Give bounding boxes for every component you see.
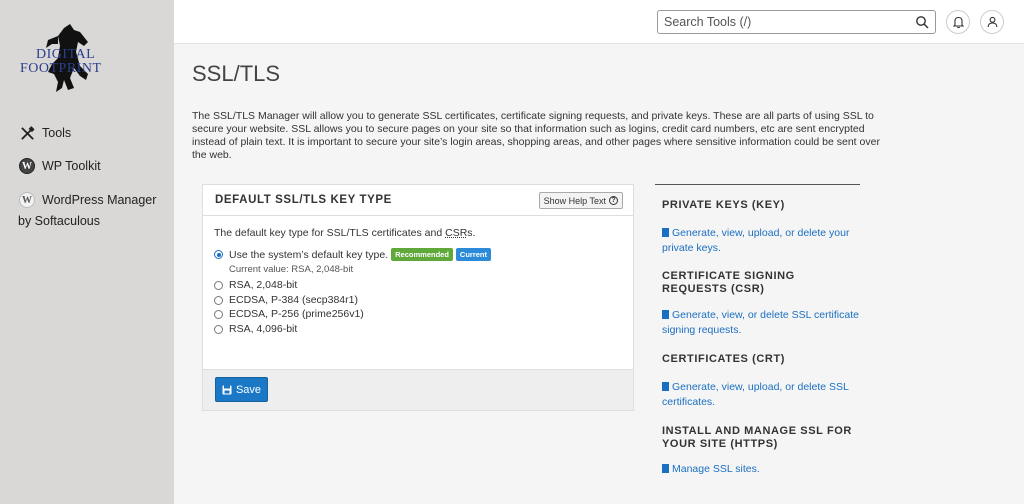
radio-option-ecdsa-p256[interactable]: ECDSA, P-256 (prime256v1) — [214, 308, 364, 320]
radio-button[interactable] — [214, 280, 223, 290]
search-input[interactable] — [658, 11, 898, 33]
panel-header: DEFAULT SSL/TLS KEY TYPE Show Help Text … — [203, 185, 633, 216]
section-heading-private-keys: PRIVATE KEYS (KEY) — [662, 199, 785, 211]
document-icon — [662, 310, 669, 319]
logo-line1: DIGITAL — [36, 47, 96, 62]
top-header — [174, 0, 1024, 44]
panel-description-suffix: s. — [467, 227, 476, 239]
document-icon — [662, 228, 669, 237]
radio-option-rsa-4096[interactable]: RSA, 4,096-bit — [214, 323, 297, 335]
document-icon — [662, 382, 669, 391]
right-column-divider — [655, 184, 860, 185]
recommended-badge: Recommended — [391, 248, 453, 261]
question-icon: ? — [609, 196, 618, 205]
help-button-label: Show Help Text — [543, 195, 606, 206]
current-badge: Current — [455, 248, 491, 261]
link-manage-ssl[interactable]: Manage SSL sites. — [662, 462, 862, 477]
radio-label: Use the system’s default key type. — [229, 248, 389, 261]
wordpress-icon: W — [18, 157, 36, 175]
logo[interactable]: DIGITAL FOOTPRINT — [18, 22, 118, 97]
section-heading-install-ssl: INSTALL AND MANAGE SSL FOR YOUR SITE (HT… — [662, 425, 852, 450]
radio-button[interactable] — [214, 324, 223, 334]
sidebar-item-tools[interactable]: Tools — [18, 124, 71, 142]
panel-footer: Save — [203, 369, 633, 410]
radio-label: ECDSA, P-256 (prime256v1) — [229, 308, 364, 320]
save-button-label: Save — [235, 383, 262, 396]
sidebar: DIGITAL FOOTPRINT Tools W WP Toolkit W W… — [0, 0, 174, 504]
link-csr[interactable]: Generate, view, or delete SSL certificat… — [662, 308, 862, 338]
search-box[interactable] — [657, 10, 936, 34]
panel-description: The default key type for SSL/TLS certifi… — [214, 227, 475, 239]
radio-option-ecdsa-p384[interactable]: ECDSA, P-384 (secp384r1) — [214, 294, 358, 306]
link-text: Generate, view, or delete SSL certificat… — [662, 309, 859, 336]
current-value-text: Current value: RSA, 2,048-bit — [229, 264, 354, 275]
csr-abbr: CSR — [445, 227, 468, 239]
sidebar-item-label: WordPress Manager — [42, 193, 157, 207]
section-heading-certificates: CERTIFICATES (CRT) — [662, 353, 786, 365]
save-button[interactable]: Save — [215, 377, 268, 402]
intro-text: The SSL/TLS Manager will allow you to ge… — [192, 110, 880, 161]
radio-label: RSA, 2,048-bit — [229, 279, 298, 291]
sidebar-item-wordpress-manager[interactable]: W WordPress Manager — [18, 191, 156, 209]
sidebar-item-label: Tools — [42, 126, 72, 140]
radio-button[interactable] — [214, 309, 223, 319]
sidebar-item-label: WP Toolkit — [42, 159, 101, 173]
panel-title: DEFAULT SSL/TLS KEY TYPE — [215, 194, 392, 206]
user-icon — [987, 16, 997, 28]
bell-icon — [952, 16, 964, 28]
floppy-disk-icon — [222, 385, 232, 394]
link-text: Generate, view, upload, or delete your p… — [662, 227, 850, 254]
tools-icon — [18, 124, 36, 142]
radio-label: ECDSA, P-384 (secp384r1) — [229, 294, 358, 306]
link-private-keys[interactable]: Generate, view, upload, or delete your p… — [662, 226, 862, 256]
sidebar-item-wp-toolkit[interactable]: W WP Toolkit — [18, 157, 101, 175]
link-text: Manage SSL sites. — [672, 463, 760, 475]
search-icon[interactable] — [915, 15, 929, 29]
user-menu-button[interactable] — [980, 10, 1004, 34]
radio-button[interactable] — [214, 250, 223, 259]
panel-description-text: The default key type for SSL/TLS certifi… — [214, 227, 446, 239]
show-help-button[interactable]: Show Help Text ? — [538, 192, 623, 209]
link-certificates[interactable]: Generate, view, upload, or delete SSL ce… — [662, 380, 862, 410]
page-title: SSL/TLS — [192, 61, 281, 86]
sidebar-item-sublabel[interactable]: by Softaculous — [18, 214, 100, 228]
link-text: Generate, view, upload, or delete SSL ce… — [662, 381, 849, 408]
radio-button[interactable] — [214, 295, 223, 305]
radio-label: RSA, 4,096-bit — [229, 323, 298, 335]
logo-line2: FOOTPRINT — [20, 61, 102, 76]
document-icon — [662, 464, 669, 473]
wordpress-icon: W — [18, 191, 36, 209]
notifications-button[interactable] — [946, 10, 970, 34]
section-heading-csr: CERTIFICATE SIGNING REQUESTS (CSR) — [662, 270, 795, 295]
radio-option-rsa-2048[interactable]: RSA, 2,048-bit — [214, 279, 297, 291]
radio-option-system-default[interactable]: Use the system’s default key type. Recom… — [214, 248, 491, 261]
